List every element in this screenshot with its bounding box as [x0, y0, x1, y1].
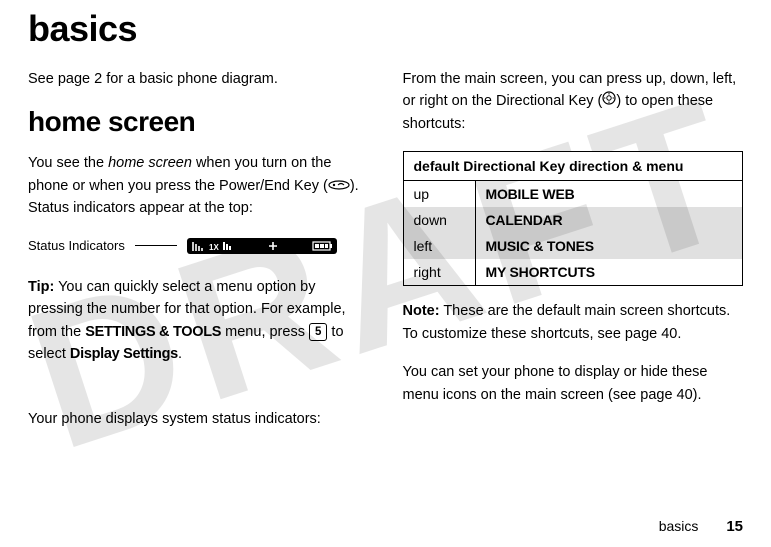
table-row: down CALENDAR [403, 207, 743, 233]
right-column: From the main screen, you can press up, … [403, 68, 744, 446]
keycap-5: 5 [309, 323, 327, 341]
system-status-paragraph: Your phone displays system status indica… [28, 408, 369, 430]
table-header-row: default Directional Key direction & menu [403, 152, 743, 181]
footer-page-number: 15 [726, 518, 743, 535]
text-fragment: You see the [28, 155, 108, 171]
status-bar-icon: 1X [187, 236, 337, 256]
left-column: See page 2 for a basic phone diagram. ho… [28, 68, 369, 446]
direction-cell: down [403, 207, 475, 233]
two-column-layout: See page 2 for a basic phone diagram. ho… [28, 68, 743, 446]
shortcuts-table: default Directional Key direction & menu… [403, 151, 744, 286]
callout-line [135, 245, 177, 246]
status-indicators-diagram: Status Indicators 1X [28, 236, 369, 256]
page-footer: basics 15 [659, 518, 743, 535]
direction-cell: right [403, 259, 475, 286]
page-content: basics See page 2 for a basic phone diag… [0, 0, 771, 547]
directional-key-intro: From the main screen, you can press up, … [403, 68, 744, 135]
direction-cell: up [403, 181, 475, 208]
home-screen-term: home screen [108, 155, 192, 171]
text-fragment: . [178, 346, 182, 362]
note-label: Note: [403, 303, 440, 319]
page-title: basics [28, 8, 743, 50]
home-screen-paragraph: You see the home screen when you turn on… [28, 152, 369, 219]
direction-cell: left [403, 233, 475, 259]
menu-cell: MY SHORTCUTS [475, 259, 743, 286]
directional-key-icon [602, 90, 616, 112]
footer-section-name: basics [659, 518, 699, 534]
table-row: up MOBILE WEB [403, 181, 743, 208]
display-settings-option: Display Settings [70, 346, 178, 362]
text-fragment: These are the default main screen shortc… [403, 303, 731, 341]
table-row: left MUSIC & TONES [403, 233, 743, 259]
tip-label: Tip: [28, 279, 54, 295]
menu-cell: CALENDAR [475, 207, 743, 233]
table-header: default Directional Key direction & menu [403, 152, 743, 181]
settings-tools-menu-name: SETTINGS & TOOLS [85, 324, 221, 340]
note-paragraph: Note: These are the default main screen … [403, 300, 744, 345]
status-indicators-label: Status Indicators [28, 238, 125, 253]
text-fragment: menu, press [221, 324, 309, 340]
tip-paragraph: Tip: You can quickly select a menu optio… [28, 276, 369, 366]
table-row: right MY SHORTCUTS [403, 259, 743, 286]
section-heading-home-screen: home screen [28, 106, 369, 138]
menu-cell: MOBILE WEB [475, 181, 743, 208]
svg-text:1X: 1X [209, 243, 219, 252]
menu-cell: MUSIC & TONES [475, 233, 743, 259]
power-end-key-icon [328, 175, 350, 197]
menu-icons-paragraph: You can set your phone to display or hid… [403, 361, 744, 406]
intro-see-page-2: See page 2 for a basic phone diagram. [28, 68, 369, 90]
